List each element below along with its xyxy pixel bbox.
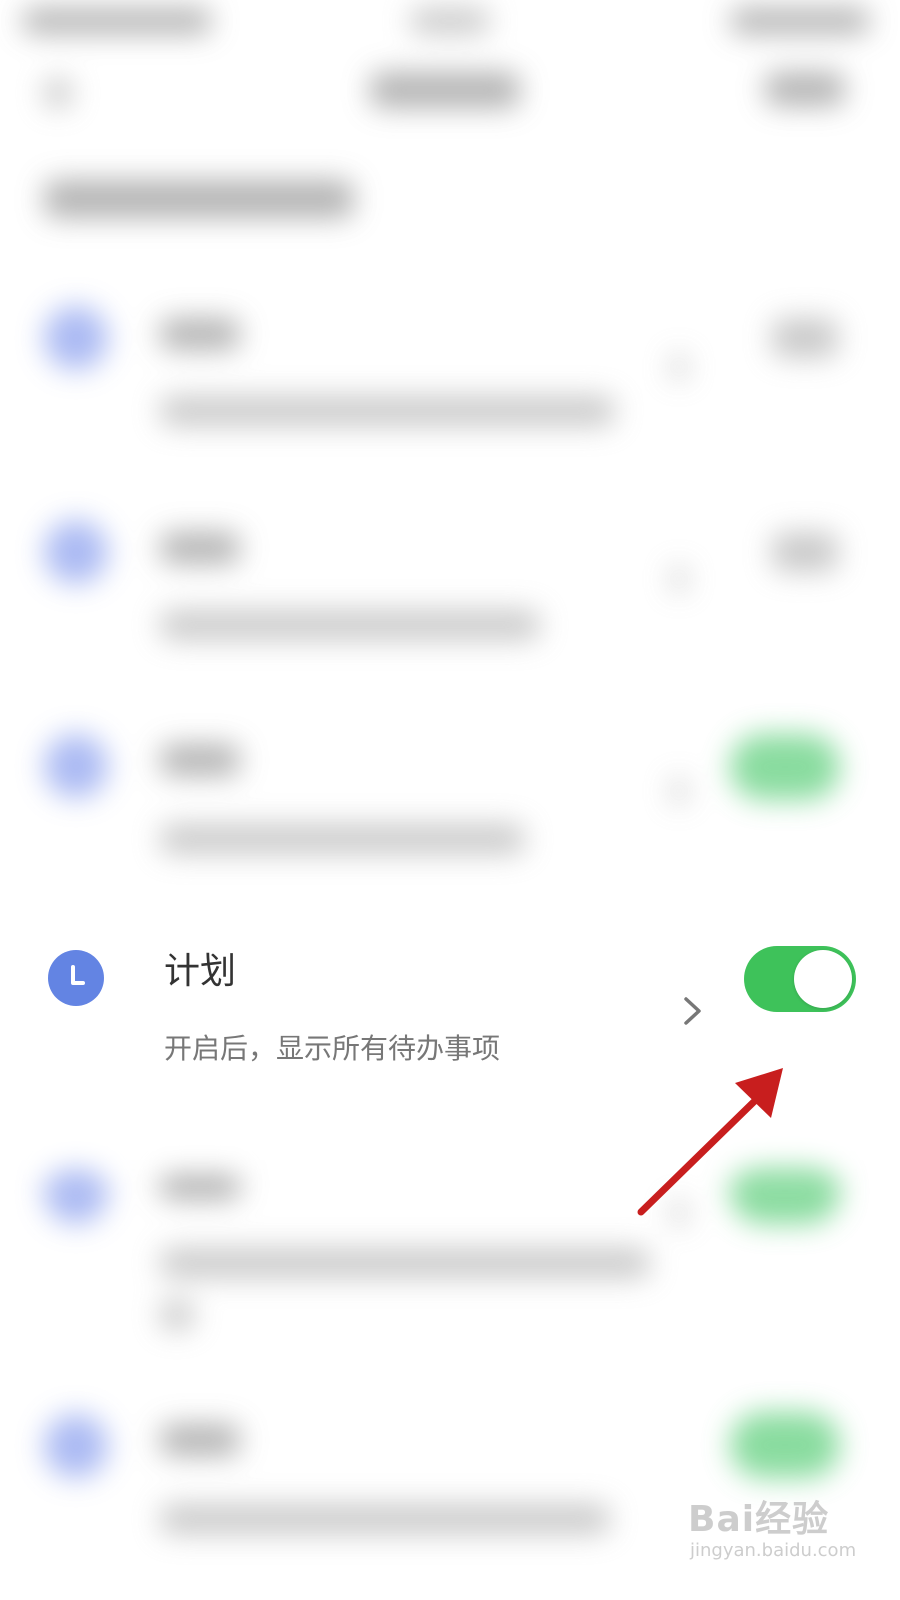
plan-title: 计划 — [164, 951, 237, 992]
settings-screen: 计划 开启后，显示所有待办事项 Bai经验 jingyan.baidu.com — [0, 0, 900, 1600]
plan-description: 开启后，显示所有待办事项 — [164, 1032, 501, 1065]
clock-icon — [48, 950, 104, 1006]
toggle-knob — [794, 950, 852, 1008]
blurred-background — [0, 0, 900, 1600]
watermark-logo: Bai经验 — [688, 1499, 830, 1540]
chevron-right-icon[interactable] — [680, 991, 706, 1031]
watermark: Bai经验 jingyan.baidu.com — [688, 1500, 858, 1562]
watermark-url: jingyan.baidu.com — [690, 1540, 857, 1561]
plan-toggle-switch[interactable] — [744, 946, 856, 1012]
plan-setting-row[interactable]: 计划 开启后，显示所有待办事项 — [0, 925, 900, 1130]
